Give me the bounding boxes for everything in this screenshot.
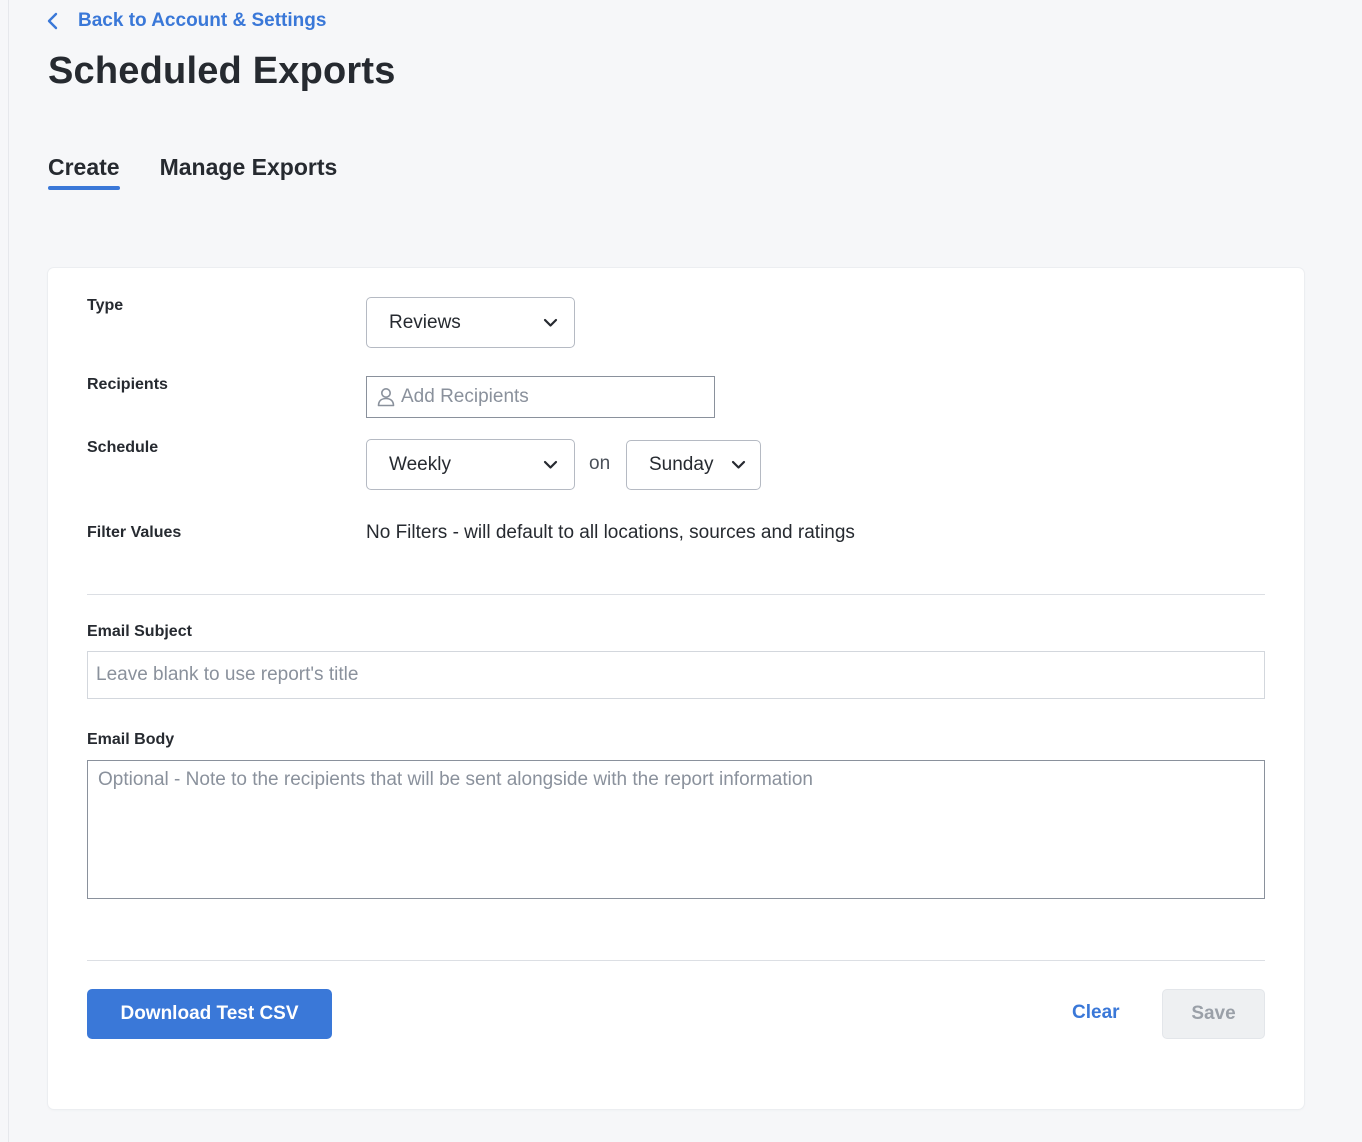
- filter-values-text: No Filters - will default to all locatio…: [366, 522, 855, 543]
- back-link[interactable]: Back to Account & Settings: [46, 8, 326, 34]
- chevron-down-icon: [543, 318, 558, 327]
- chevron-left-icon: [47, 12, 58, 30]
- tab-bar: Create Manage Exports: [48, 154, 338, 190]
- back-link-label: Back to Account & Settings: [78, 10, 327, 31]
- page-left-border: [8, 0, 9, 1142]
- filter-values-label: Filter Values: [87, 524, 182, 541]
- type-select-value: Reviews: [389, 311, 461, 333]
- download-test-csv-button[interactable]: Download Test CSV: [87, 989, 332, 1039]
- email-body-label: Email Body: [87, 731, 175, 748]
- day-select-value: Sunday: [649, 454, 714, 475]
- chevron-down-icon: [543, 460, 558, 469]
- email-subject-input[interactable]: [87, 651, 1265, 699]
- day-select[interactable]: Sunday: [626, 440, 761, 490]
- create-export-card: Type Reviews Recipients Add Recipients S…: [48, 268, 1304, 1109]
- recipients-input[interactable]: Add Recipients: [366, 376, 715, 418]
- frequency-select[interactable]: Weekly: [366, 439, 575, 490]
- type-label: Type: [87, 297, 124, 314]
- recipients-placeholder: Add Recipients: [401, 386, 529, 407]
- page-title: Scheduled Exports: [48, 50, 396, 92]
- recipients-label: Recipients: [87, 376, 168, 393]
- schedule-connector: on: [589, 453, 611, 474]
- tab-create[interactable]: Create: [48, 154, 120, 190]
- clear-button[interactable]: Clear: [1072, 998, 1120, 1028]
- email-subject-label: Email Subject: [87, 623, 192, 640]
- type-select[interactable]: Reviews: [366, 297, 575, 348]
- tab-manage-exports[interactable]: Manage Exports: [160, 154, 338, 189]
- frequency-select-value: Weekly: [389, 453, 451, 475]
- schedule-label: Schedule: [87, 439, 159, 456]
- chevron-down-icon: [731, 460, 746, 469]
- actions-divider: [87, 960, 1265, 961]
- section-divider: [87, 594, 1265, 595]
- email-body-input[interactable]: [87, 760, 1265, 899]
- user-icon: [377, 388, 395, 407]
- save-button[interactable]: Save: [1162, 989, 1265, 1039]
